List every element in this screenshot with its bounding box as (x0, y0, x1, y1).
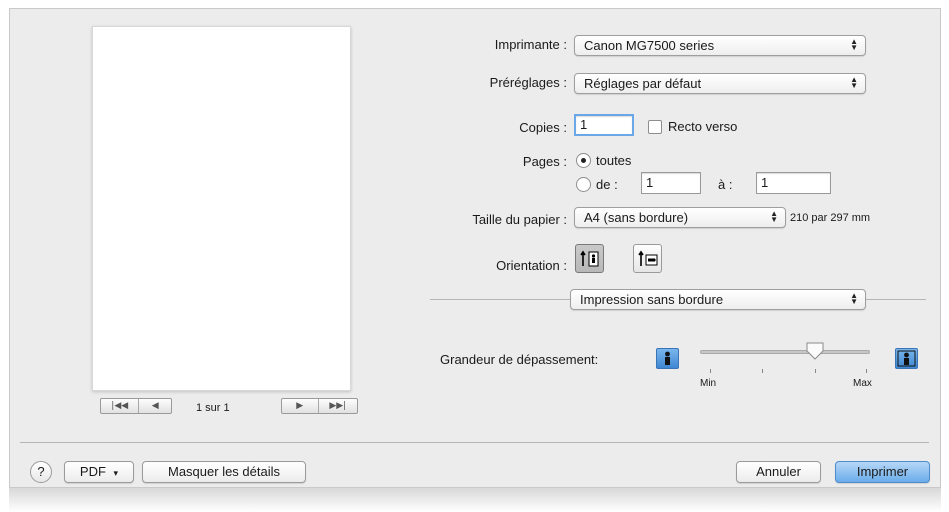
chevron-down-icon: ▾ (113, 468, 119, 478)
popup-arrows-icon: ▲ ▼ (850, 291, 858, 306)
popup-arrows-icon: ▲ ▼ (850, 37, 858, 52)
preview-nav-back: |◀◀ ◀ (100, 398, 172, 414)
paper-dimensions: 210 par 297 mm (790, 212, 871, 224)
last-page-button[interactable]: ▶▶| (319, 399, 357, 413)
presets-select[interactable]: Réglages par défaut ▲ ▼ (574, 73, 866, 94)
pages-range-radio[interactable] (576, 177, 591, 192)
copies-label: Copies : (519, 120, 567, 135)
popup-arrows-icon: ▲ ▼ (770, 209, 778, 224)
printer-select[interactable]: Canon MG7500 series ▲ ▼ (574, 35, 866, 56)
section-divider-left (430, 299, 570, 300)
presets-value: Réglages par défaut (584, 76, 702, 91)
min-extension-icon (656, 348, 679, 369)
copies-value: 1 (580, 117, 588, 132)
extension-slider-knob[interactable] (805, 341, 825, 361)
help-button[interactable]: ? (30, 461, 52, 483)
slider-max-label: Max (853, 378, 872, 389)
slider-tick (866, 369, 867, 373)
portrait-orientation-icon (579, 250, 598, 266)
duplex-checkbox[interactable] (648, 120, 662, 134)
landscape-orientation-icon (637, 250, 657, 266)
presets-label: Préréglages : (489, 75, 567, 90)
section-value: Impression sans bordure (580, 292, 724, 307)
pdf-label: PDF (79, 464, 106, 479)
pages-from-input[interactable]: 1 (641, 172, 701, 194)
footer-divider (20, 442, 929, 443)
max-extension-icon (895, 348, 918, 369)
pdf-menu-button[interactable]: PDF ▾ (64, 461, 134, 483)
pages-label: Pages : (522, 154, 567, 169)
previous-page-button[interactable]: ◀ (139, 399, 171, 413)
paper-size-value: A4 (sans bordure) (584, 210, 689, 225)
popup-arrows-icon: ▲ ▼ (850, 75, 858, 90)
duplex-label: Recto verso (668, 119, 738, 134)
slider-tick (762, 369, 763, 373)
printer-label: Imprimante : (494, 37, 567, 52)
pages-to-label: à : (718, 177, 733, 192)
pages-all-radio[interactable] (576, 153, 591, 168)
section-divider-right (866, 299, 926, 300)
window-shadow (9, 488, 941, 512)
slider-tick (710, 369, 711, 373)
pages-to-input[interactable]: 1 (756, 172, 831, 194)
copies-input[interactable]: 1 (574, 114, 634, 136)
pages-range-label: de : (596, 177, 618, 192)
extension-label: Grandeur de dépassement: (440, 352, 599, 367)
pages-all-label: toutes (596, 153, 632, 168)
slider-tick (815, 369, 816, 373)
first-page-button[interactable]: |◀◀ (101, 399, 138, 413)
pages-to-value: 1 (761, 175, 769, 190)
print-button[interactable]: Imprimer (835, 461, 930, 483)
preview-nav-forward: ▶ ▶▶| (281, 398, 358, 414)
next-page-button[interactable]: ▶ (282, 399, 318, 413)
extension-slider-track[interactable] (700, 350, 870, 354)
orientation-label: Orientation : (496, 258, 567, 273)
page-counter: 1 sur 1 (196, 402, 230, 414)
orientation-portrait-button[interactable] (575, 244, 604, 273)
section-select[interactable]: Impression sans bordure ▲ ▼ (570, 289, 866, 310)
pages-from-value: 1 (646, 175, 654, 190)
orientation-landscape-button[interactable] (633, 244, 662, 273)
hide-details-button[interactable]: Masquer les détails (142, 461, 306, 483)
page-preview (92, 26, 351, 391)
printer-value: Canon MG7500 series (584, 38, 715, 53)
cancel-button[interactable]: Annuler (736, 461, 821, 483)
paper-size-select[interactable]: A4 (sans bordure) ▲ ▼ (574, 207, 786, 228)
paper-size-label: Taille du papier : (472, 212, 567, 227)
slider-min-label: Min (700, 378, 717, 389)
